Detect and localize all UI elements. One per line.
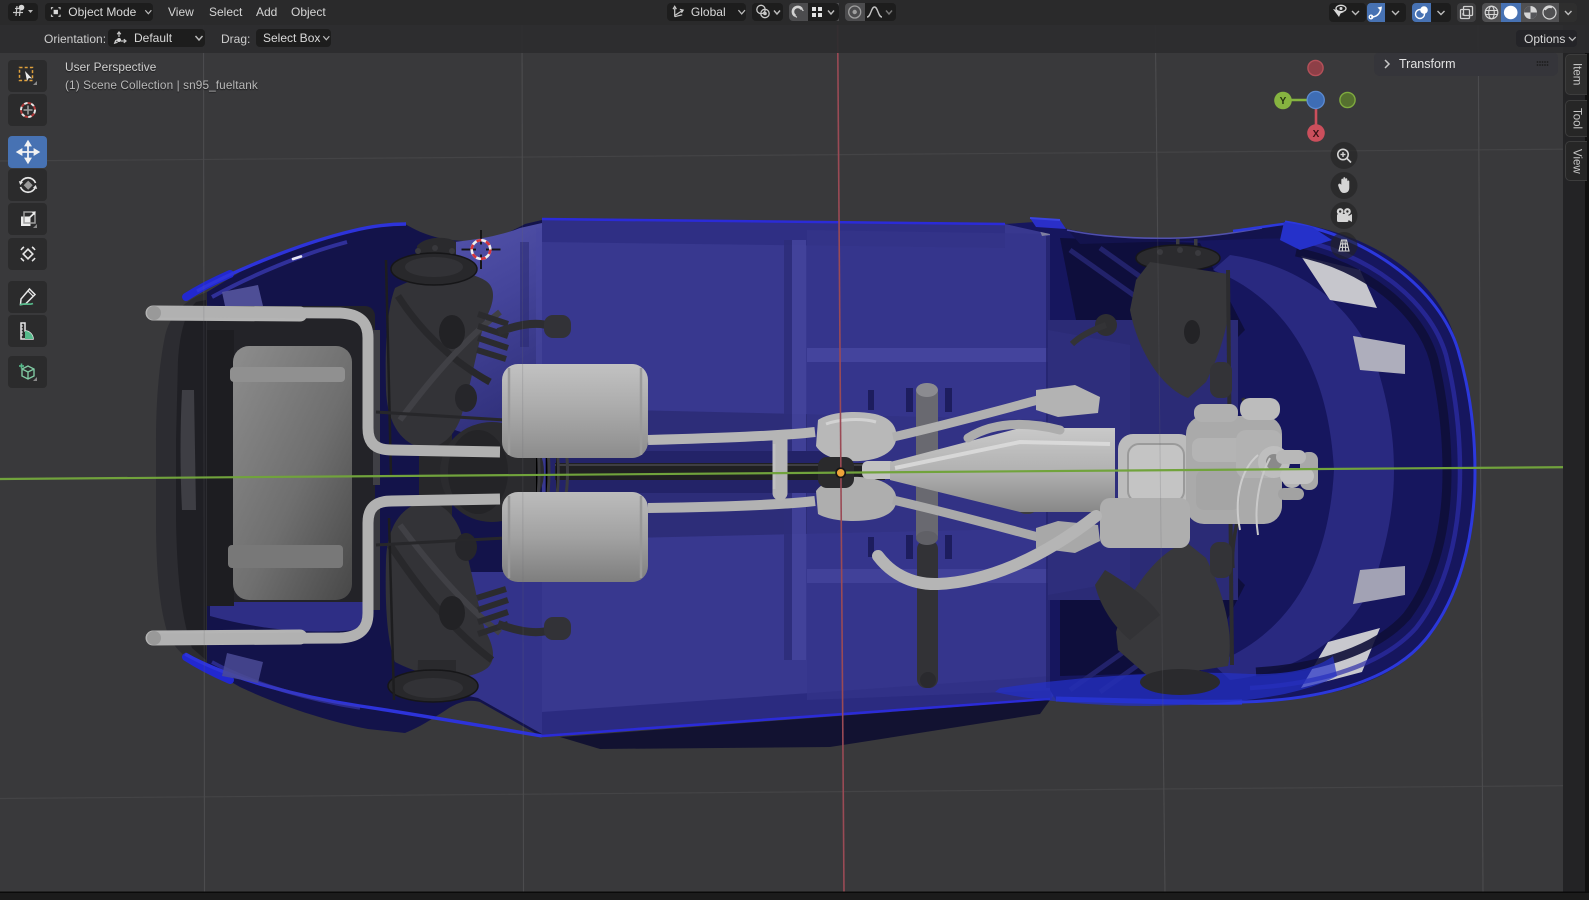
svg-text:Y: Y [1280,96,1287,107]
svg-text:X: X [1313,129,1320,140]
